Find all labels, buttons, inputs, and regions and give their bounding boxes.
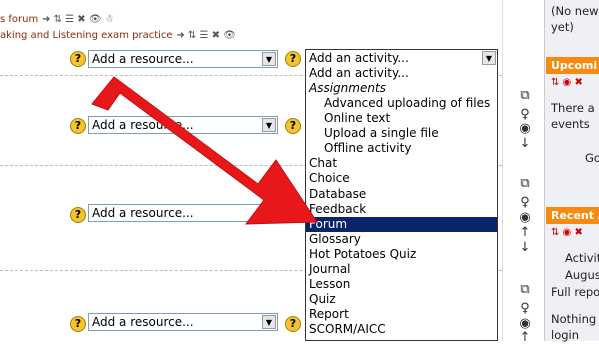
dropdown-option[interactable]: Offline activity [306,141,497,156]
help-icon[interactable]: ? [285,118,301,134]
move-up-icon[interactable]: ↑ [517,225,533,240]
block-edit-icons[interactable]: ⇅ ◉ ✖ [551,227,583,238]
help-icon[interactable]: ? [70,207,86,223]
course-sections: s forum ➜ ⇅ ☰ ✖ 👁 ☃ aking and Listening … [0,0,502,341]
dropdown-option[interactable]: Forum [306,216,497,232]
recent-text: Augus [565,268,599,282]
activity-edit-icons[interactable]: ➜ ⇅ ☰ ✖ 👁 ☃ [42,14,114,25]
practice-link[interactable]: aking and Listening exam practice [0,30,173,41]
move-down-icon[interactable]: ↓ [517,240,533,255]
add-activity-select-open[interactable]: Add an activity... ▼ [305,49,498,67]
recent-text: login [551,328,580,342]
highlight-section-icon[interactable]: ⧉ [517,88,533,103]
add-resource-label: Add a resource... [92,315,194,329]
dropdown-option[interactable]: Online text [306,111,497,126]
dropdown-option[interactable]: Lesson [306,277,497,292]
dropdown-option[interactable]: SCORM/AICC [306,322,497,337]
add-activity-label: Add an activity... [309,51,409,65]
add-resource-select[interactable]: Add a resource... ▼ [88,50,278,68]
chevron-down-icon[interactable]: ▼ [262,118,276,132]
highlight-section-icon[interactable]: ⧉ [517,176,533,191]
chevron-down-icon[interactable]: ▼ [262,52,276,66]
add-resource-select[interactable]: Add a resource... ▼ [88,116,278,134]
add-resource-select[interactable]: Add a resource... ▼ [88,313,278,331]
news-text: (No new [551,4,599,18]
block-edit-icons[interactable]: ⇅ ◉ ✖ [551,77,583,88]
add-resource-label: Add a resource... [92,52,194,66]
chevron-down-icon[interactable]: ▼ [262,206,276,220]
help-icon[interactable]: ? [70,51,86,67]
dropdown-option[interactable]: Report [306,307,497,322]
eye-icon[interactable]: ◉ [517,210,533,225]
dropdown-option[interactable]: Hot Potatoes Quiz [306,247,497,262]
forum-link[interactable]: s forum [0,14,38,25]
dropdown-option[interactable]: Add an activity... [306,66,497,81]
eye-icon[interactable]: ◉ [517,316,533,331]
upcoming-events-header: Upcomi [546,57,599,74]
practice-activity-row: aking and Listening exam practice ➜ ⇅ ☰ … [0,27,236,41]
dropdown-group-label: Assignments [309,81,386,96]
lightbulb-icon[interactable]: ♀ [517,301,533,316]
upcoming-text: There a [551,101,595,115]
dropdown-option[interactable]: Advanced uploading of files [306,96,497,111]
chevron-down-icon[interactable]: ▼ [482,51,496,65]
news-text: yet) [551,20,574,34]
dropdown-option[interactable]: Feedback [306,202,497,217]
add-resource-label: Add a resource... [92,118,194,132]
dropdown-option[interactable]: Upload a single file [306,126,497,141]
dropdown-option[interactable]: Quiz [306,292,497,307]
dropdown-option[interactable]: Glossary [306,232,497,247]
eye-icon[interactable]: ◉ [517,121,533,136]
help-icon[interactable]: ? [70,316,86,332]
recent-text: Nothing [551,312,597,326]
dropdown-option[interactable]: Chat [306,156,497,171]
section-controls-column: ⧉ ♀ ◉ ↓ ⧉ ♀ ◉ ↑ ↓ ⧉ ♀ ◉ ↑ [502,0,544,345]
activity-dropdown-list[interactable]: Add an activity... Assignments Advanced up… [305,66,498,341]
add-resource-label: Add a resource... [92,206,194,220]
forum-activity-row: s forum ➜ ⇅ ☰ ✖ 👁 ☃ [0,11,114,25]
recent-activity-header: Recent A [546,207,599,224]
help-icon[interactable]: ? [285,316,301,332]
lightbulb-icon[interactable]: ♀ [517,107,533,122]
lightbulb-icon[interactable]: ♀ [517,195,533,210]
side-blocks: (No new yet) Upcomi ⇅ ◉ ✖ There a events… [544,0,599,342]
dropdown-option[interactable]: Choice [306,171,497,186]
activity-edit-icons[interactable]: ➜ ⇅ ☰ ✖ 👁 [176,30,236,41]
help-icon[interactable]: ? [285,51,301,67]
go-to-calendar-link[interactable]: Go [585,151,599,165]
dropdown-option[interactable]: Journal [306,262,497,277]
highlight-section-icon[interactable]: ⧉ [517,282,533,297]
full-report-link[interactable]: Full repo [551,285,599,299]
add-resource-select[interactable]: Add a resource... ▼ [88,204,278,222]
help-icon[interactable]: ? [70,118,86,134]
dropdown-option[interactable]: Database [306,187,497,202]
chevron-down-icon[interactable]: ▼ [262,315,276,329]
move-down-icon[interactable]: ↓ [517,136,533,151]
upcoming-text: events [551,117,590,131]
recent-text: Activit [565,251,599,265]
move-up-icon[interactable]: ↑ [517,330,533,345]
